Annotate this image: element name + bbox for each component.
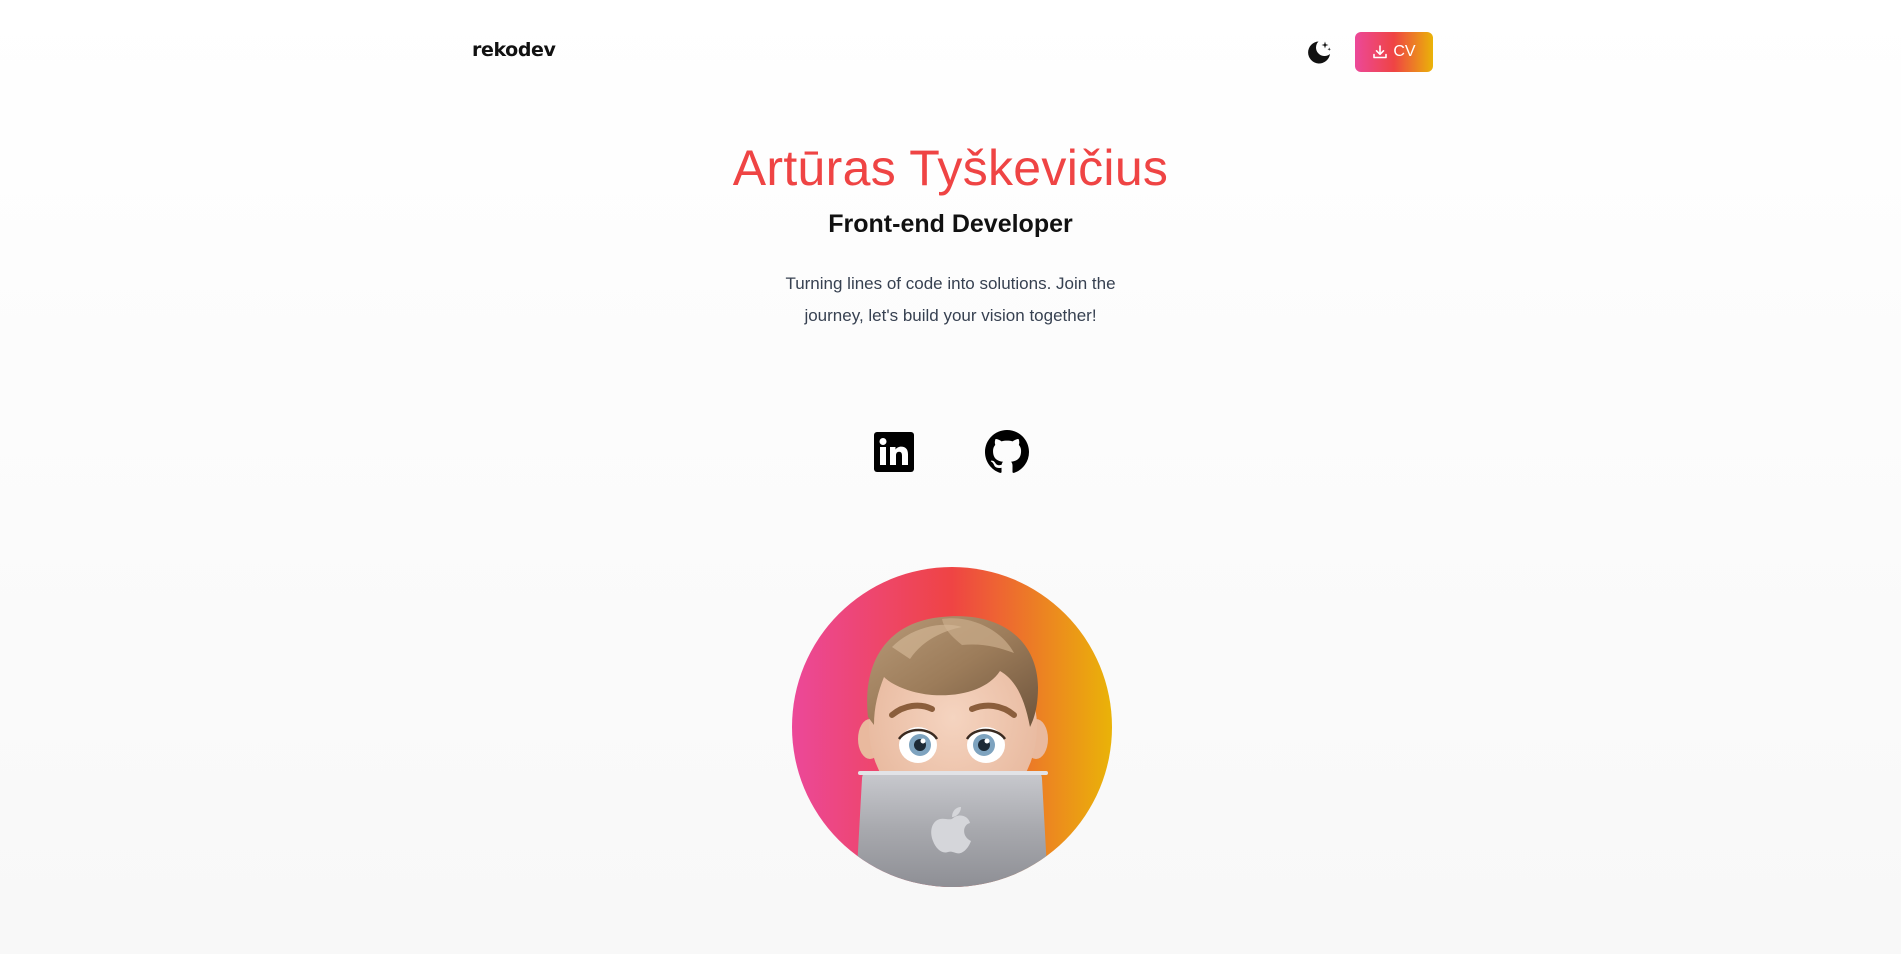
social-links xyxy=(0,430,1901,476)
moon-stars-icon xyxy=(1308,41,1331,64)
hero-name: Artūras Tyškevičius xyxy=(732,140,1169,196)
hero-role: Front-end Developer xyxy=(828,210,1073,238)
linkedin-link[interactable] xyxy=(874,432,918,476)
download-cv-button[interactable]: CV xyxy=(1355,32,1433,72)
github-link[interactable] xyxy=(985,430,1029,474)
site-logo[interactable]: rekodev xyxy=(472,38,556,62)
hero-tagline: Turning lines of code into solutions. Jo… xyxy=(785,274,1116,325)
github-icon xyxy=(985,430,1029,473)
site-header: rekodev CV xyxy=(0,0,1901,103)
cv-button-label: CV xyxy=(1393,43,1416,60)
linkedin-icon xyxy=(874,432,914,472)
avatar xyxy=(792,567,1112,887)
download-icon xyxy=(1372,44,1388,60)
memoji-avatar-icon xyxy=(856,616,1048,887)
theme-toggle-button[interactable] xyxy=(1300,34,1338,70)
